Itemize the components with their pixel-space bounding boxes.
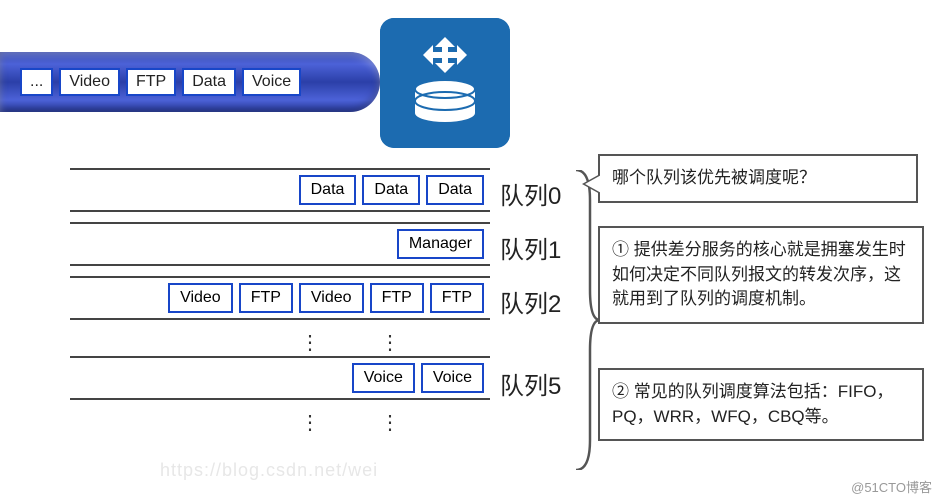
queue-cell: Video bbox=[168, 283, 233, 313]
note-question: 哪个队列该优先被调度呢？ bbox=[598, 154, 918, 203]
packet: FTP bbox=[126, 68, 176, 96]
note-text: 哪个队列该优先被调度呢？ bbox=[612, 168, 816, 187]
incoming-pipe: ... Video FTP Data Voice bbox=[0, 52, 380, 112]
queue-label: 队列0 bbox=[500, 176, 561, 211]
ellipsis-row: ⋮⋮ bbox=[70, 410, 490, 430]
queue-cell: Voice bbox=[421, 363, 484, 393]
queue-cell: Voice bbox=[352, 363, 415, 393]
ellipsis-row: ⋮⋮ bbox=[70, 330, 490, 350]
queues-area: Data Data Data Manager Video FTP Video F… bbox=[70, 168, 490, 436]
packet: ... bbox=[20, 68, 53, 96]
note-explain-2: ② 常见的队列调度算法包括：FIFO，PQ，WRR，WFQ，CBQ等。 bbox=[598, 368, 924, 441]
queue-row: Voice Voice bbox=[70, 356, 490, 400]
packet: Video bbox=[59, 68, 120, 96]
brace-icon bbox=[572, 170, 600, 470]
queue-cell: Data bbox=[426, 175, 484, 205]
queue-label: 队列5 bbox=[500, 366, 561, 401]
queue-cell: Data bbox=[299, 175, 357, 205]
watermark: https://blog.csdn.net/wei bbox=[160, 460, 378, 481]
queue-cell: FTP bbox=[430, 283, 484, 313]
queue-row: Manager bbox=[70, 222, 490, 266]
queue-cell: Video bbox=[299, 283, 364, 313]
queue-cell: Manager bbox=[397, 229, 484, 259]
router-icon bbox=[380, 18, 510, 148]
packet: Data bbox=[182, 68, 236, 96]
queue-row: Data Data Data bbox=[70, 168, 490, 212]
queue-cell: FTP bbox=[239, 283, 293, 313]
packet: Voice bbox=[242, 68, 301, 96]
note-text: ① 提供差分服务的核心就是拥塞发生时如何决定不同队列报文的转发次序，这就用到了队… bbox=[612, 240, 906, 308]
queue-label: 队列2 bbox=[500, 284, 561, 319]
note-text: ② 常见的队列调度算法包括：FIFO，PQ，WRR，WFQ，CBQ等。 bbox=[612, 382, 893, 426]
queue-label: 队列1 bbox=[500, 230, 561, 265]
queue-cell: Data bbox=[362, 175, 420, 205]
queue-cell: FTP bbox=[370, 283, 424, 313]
note-explain-1: ① 提供差分服务的核心就是拥塞发生时如何决定不同队列报文的转发次序，这就用到了队… bbox=[598, 226, 924, 324]
credit: @51CTO博客 bbox=[851, 477, 932, 496]
queue-row: Video FTP Video FTP FTP bbox=[70, 276, 490, 320]
